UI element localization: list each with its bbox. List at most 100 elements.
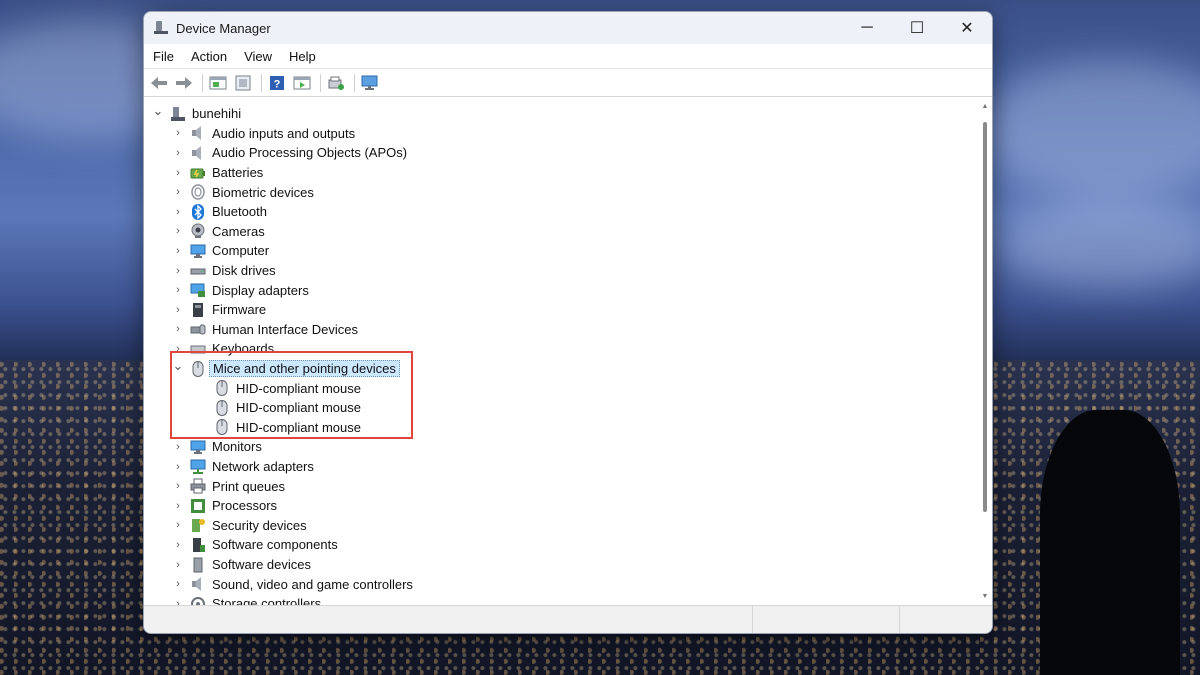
mouse-icon bbox=[214, 419, 230, 436]
help-icon[interactable]: ? bbox=[266, 72, 288, 94]
chevron-right-icon[interactable]: › bbox=[172, 147, 184, 159]
tree-category-security-devices[interactable]: › Security devices bbox=[172, 516, 307, 536]
tree-category-firmware[interactable]: › Firmware bbox=[172, 300, 266, 320]
title-bar[interactable]: Device Manager ─ ☐ ✕ bbox=[144, 12, 992, 44]
hid-icon bbox=[190, 321, 206, 337]
camera-icon bbox=[190, 223, 206, 239]
menu-action[interactable]: Action bbox=[182, 49, 235, 64]
tree-category-bluetooth[interactable]: › Bluetooth bbox=[172, 202, 267, 222]
tree-category-software-components[interactable]: › Software components bbox=[172, 535, 338, 555]
computer-root-icon bbox=[170, 106, 186, 122]
chevron-right-icon[interactable]: › bbox=[172, 559, 184, 571]
tree-category-print-queues[interactable]: › Print queues bbox=[172, 476, 285, 496]
close-button[interactable]: ✕ bbox=[942, 12, 992, 44]
tree-item-label: Batteries bbox=[212, 165, 264, 181]
status-cell bbox=[144, 606, 753, 633]
chevron-right-icon[interactable]: › bbox=[172, 441, 184, 453]
chevron-right-icon[interactable]: › bbox=[172, 245, 184, 257]
monitor-icon bbox=[190, 243, 206, 259]
tree-category-monitors[interactable]: › Monitors bbox=[172, 437, 262, 457]
software-component-icon bbox=[190, 537, 206, 553]
chevron-right-icon[interactable]: › bbox=[172, 127, 184, 139]
tree-category-network-adapters[interactable]: › Network adapters bbox=[172, 457, 314, 477]
tree-item-label: Print queues bbox=[212, 478, 285, 494]
tree-category-keyboards[interactable]: › Keyboards bbox=[172, 339, 274, 359]
toolbar-separator bbox=[202, 73, 203, 92]
chevron-right-icon[interactable]: › bbox=[172, 578, 184, 590]
tree-item-label: bunehihi bbox=[192, 106, 242, 122]
menu-view[interactable]: View bbox=[235, 49, 280, 64]
tree-category-display-adapters[interactable]: › Display adapters bbox=[172, 280, 309, 300]
tree-item-label: Cameras bbox=[212, 223, 265, 239]
scroll-thumb[interactable] bbox=[983, 122, 987, 512]
minimize-button[interactable]: ─ bbox=[842, 12, 892, 44]
tree-item-label: Firmware bbox=[212, 302, 267, 318]
tree-device-hid-compliant-mouse[interactable]: HID-compliant mouse bbox=[214, 378, 361, 398]
scroll-down-arrow-icon[interactable]: ▼ bbox=[980, 592, 990, 602]
tree-category-audio-inputs-and-outputs[interactable]: › Audio inputs and outputs bbox=[172, 124, 355, 144]
tree-category-mice-and-other-pointing-devices[interactable]: ⌄ Mice and other pointing devices bbox=[172, 358, 400, 379]
tree-item-label: Display adapters bbox=[212, 282, 309, 298]
tree-item-label: HID-compliant mouse bbox=[236, 419, 361, 435]
tree-device-hid-compliant-mouse[interactable]: HID-compliant mouse bbox=[214, 418, 361, 438]
svg-text:?: ? bbox=[274, 78, 281, 90]
chevron-right-icon[interactable]: › bbox=[172, 500, 184, 512]
tree-category-sound-video-and-game-controllers[interactable]: › Sound, video and game controllers bbox=[172, 574, 413, 594]
menu-help[interactable]: Help bbox=[280, 49, 324, 64]
monitor-icon bbox=[190, 439, 206, 455]
chevron-down-icon[interactable]: ⌄ bbox=[152, 103, 164, 119]
chevron-down-icon[interactable]: ⌄ bbox=[172, 358, 184, 374]
chevron-right-icon[interactable]: › bbox=[172, 284, 184, 296]
properties-icon[interactable] bbox=[207, 72, 229, 94]
tree-item-label: Processors bbox=[212, 498, 278, 514]
chevron-right-icon[interactable]: › bbox=[172, 167, 184, 179]
printer-icon bbox=[190, 478, 206, 494]
vertical-scrollbar[interactable]: ▲ ▼ bbox=[980, 98, 990, 606]
tree-device-hid-compliant-mouse[interactable]: HID-compliant mouse bbox=[214, 398, 361, 418]
chevron-right-icon[interactable]: › bbox=[172, 343, 184, 355]
tree-category-biometric-devices[interactable]: › Biometric devices bbox=[172, 182, 314, 202]
tree-item-label: Mice and other pointing devices bbox=[209, 360, 400, 378]
tree-category-audio-processing-objects-apos[interactable]: › Audio Processing Objects (APOs) bbox=[172, 143, 407, 163]
chevron-right-icon[interactable]: › bbox=[172, 461, 184, 473]
uninstall-icon[interactable] bbox=[325, 72, 347, 94]
chevron-right-icon[interactable]: › bbox=[172, 304, 184, 316]
status-bar bbox=[144, 605, 992, 633]
device-tree[interactable]: ⌄ bunehihi › Audio inputs and outputs › Audio… bbox=[146, 98, 978, 606]
update-driver-icon[interactable] bbox=[232, 72, 254, 94]
mouse-icon bbox=[190, 360, 206, 377]
chevron-right-icon[interactable]: › bbox=[172, 519, 184, 531]
tree-category-computer[interactable]: › Computer bbox=[172, 241, 269, 261]
menu-file[interactable]: File bbox=[144, 49, 182, 64]
tree-category-software-devices[interactable]: › Software devices bbox=[172, 555, 311, 575]
device-manager-window: Device Manager ─ ☐ ✕ File Action View He… bbox=[143, 11, 993, 634]
tree-root-computer[interactable]: ⌄ bunehihi bbox=[152, 103, 242, 124]
tree-category-processors[interactable]: › Processors bbox=[172, 496, 277, 516]
network-icon bbox=[190, 459, 206, 475]
forward-icon[interactable] bbox=[173, 72, 195, 94]
chevron-right-icon[interactable]: › bbox=[172, 186, 184, 198]
chevron-right-icon[interactable]: › bbox=[172, 323, 184, 335]
speaker-icon bbox=[190, 125, 206, 141]
mouse-icon bbox=[214, 399, 230, 416]
chevron-right-icon[interactable]: › bbox=[172, 480, 184, 492]
tree-item-label: Monitors bbox=[212, 439, 262, 455]
back-icon[interactable] bbox=[148, 72, 170, 94]
maximize-button[interactable]: ☐ bbox=[892, 12, 942, 44]
chevron-right-icon[interactable]: › bbox=[172, 265, 184, 277]
tree-category-disk-drives[interactable]: › Disk drives bbox=[172, 261, 275, 281]
tree-item-label: Sound, video and game controllers bbox=[212, 576, 413, 592]
device-manager-icon bbox=[154, 21, 168, 35]
software-device-icon bbox=[190, 557, 206, 573]
tree-category-human-interface-devices[interactable]: › Human Interface Devices bbox=[172, 320, 358, 340]
tree-category-batteries[interactable]: › Batteries bbox=[172, 163, 263, 183]
chevron-right-icon[interactable]: › bbox=[172, 206, 184, 218]
show-hidden-icon[interactable] bbox=[291, 72, 313, 94]
scroll-up-arrow-icon[interactable]: ▲ bbox=[980, 102, 990, 112]
tree-category-cameras[interactable]: › Cameras bbox=[172, 222, 265, 242]
chevron-right-icon[interactable]: › bbox=[172, 225, 184, 237]
fingerprint-icon bbox=[190, 184, 206, 200]
chevron-right-icon[interactable]: › bbox=[172, 539, 184, 551]
scan-hardware-icon[interactable] bbox=[359, 72, 381, 94]
toolbar-separator bbox=[354, 73, 355, 92]
